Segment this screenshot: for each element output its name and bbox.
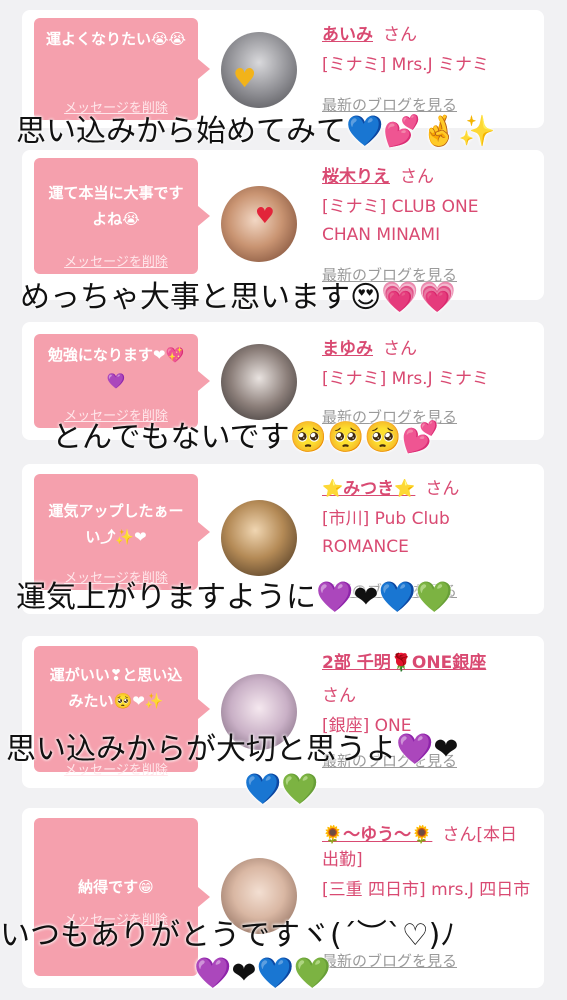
shop-name: [ミナミ] CLUB ONE CHAN MINAMI — [322, 197, 479, 245]
message-text: 運がいい❣と思い込みたい🥺❤✨ — [49, 666, 183, 710]
honorific: さん — [383, 339, 417, 359]
shop-name: [市川] Pub Club ROMANCE — [322, 509, 450, 557]
profile-info: 桜木りえ さん [ミナミ] CLUB ONE CHAN MINAMI — [322, 162, 532, 249]
reply-overlay-text: 運気上がりますように💜❤💙💚 — [16, 580, 454, 615]
message-text: 運気アップしたぁーい⤴✨❤ — [48, 502, 184, 546]
avatar[interactable]: ♥ — [221, 186, 297, 262]
message-bubble: 運て本当に大事ですよね😭 メッセージを削除 — [34, 158, 210, 274]
profile-name-link[interactable]: 桜木りえ — [322, 167, 390, 187]
reply-overlay-text: 思い込みからが大切と思うよ💜❤ — [6, 732, 459, 767]
message-text: 納得です😁 — [78, 878, 154, 896]
shop-name: [ミナミ] Mrs.J ミナミ — [322, 369, 490, 389]
honorific: さん — [322, 686, 356, 706]
reply-overlay-text-line2: 💙💚 — [244, 772, 319, 807]
profile-info: 🌻〜ゆう〜🌻 さん[本日出勤] [三重 四日市] mrs.J 四日市 — [322, 820, 532, 904]
honorific: さん — [425, 479, 460, 499]
profile-name-link[interactable]: まゆみ — [322, 339, 373, 359]
shop-name: [ミナミ] Mrs.J ミナミ — [322, 55, 490, 75]
profile-name-link[interactable]: 2部 千明🌹ONE銀座 — [322, 653, 486, 673]
avatar[interactable]: ♥ — [221, 32, 297, 108]
heart-sticker-icon: ♥ — [255, 204, 275, 229]
honorific: さん — [400, 167, 434, 187]
reply-overlay-text: とんでもないです🥺🥺🥺💕 — [52, 420, 440, 455]
message-text: 運よくなりたい😭😭 — [45, 30, 187, 48]
avatar[interactable] — [221, 500, 297, 576]
reply-overlay-text: めっちゃ大事と思います😍💗💗 — [20, 280, 456, 315]
message-text: 運て本当に大事ですよね😭 — [48, 184, 184, 228]
message-bubble: 勉強になります❤💖💜 メッセージを削除 — [34, 334, 210, 428]
reply-overlay-text: 思い込みから始めてみて💙💕🤞✨ — [16, 114, 496, 149]
avatar[interactable] — [221, 344, 297, 420]
honorific: さん — [383, 25, 417, 45]
profile-name-link[interactable]: あいみ — [322, 25, 373, 45]
reply-overlay-text-line2: 💜❤💙💚 — [194, 956, 332, 991]
reply-overlay-text: いつもありがとうですヾ(´︶`♡)ﾉ — [0, 918, 456, 953]
heart-sticker-icon: ♥ — [233, 64, 257, 94]
shop-name: [三重 四日市] mrs.J 四日市 — [322, 880, 531, 900]
message-bubble: 運よくなりたい😭😭 メッセージを削除 — [34, 18, 210, 120]
message-bubble: 運気アップしたぁーい⤴✨❤ メッセージを削除 — [34, 474, 210, 590]
message-text: 勉強になります❤💖💜 — [47, 346, 185, 390]
profile-name-link[interactable]: ⭐みつき⭐ — [322, 479, 415, 499]
message-card-1: 運よくなりたい😭😭 メッセージを削除 ♥ あいみ さん [ミナミ] Mrs.J ミ… — [22, 10, 544, 128]
delete-message-link[interactable]: メッセージを削除 — [34, 251, 198, 270]
profile-info: まゆみ さん [ミナミ] Mrs.J ミナミ — [322, 334, 532, 393]
profile-info: 2部 千明🌹ONE銀座 さん [銀座] ONE — [322, 648, 532, 740]
profile-info: ⭐みつき⭐ さん [市川] Pub Club ROMANCE — [322, 474, 532, 561]
profile-name-link[interactable]: 🌻〜ゆう〜🌻 — [322, 825, 432, 845]
profile-info: あいみ さん [ミナミ] Mrs.J ミナミ — [322, 20, 532, 79]
